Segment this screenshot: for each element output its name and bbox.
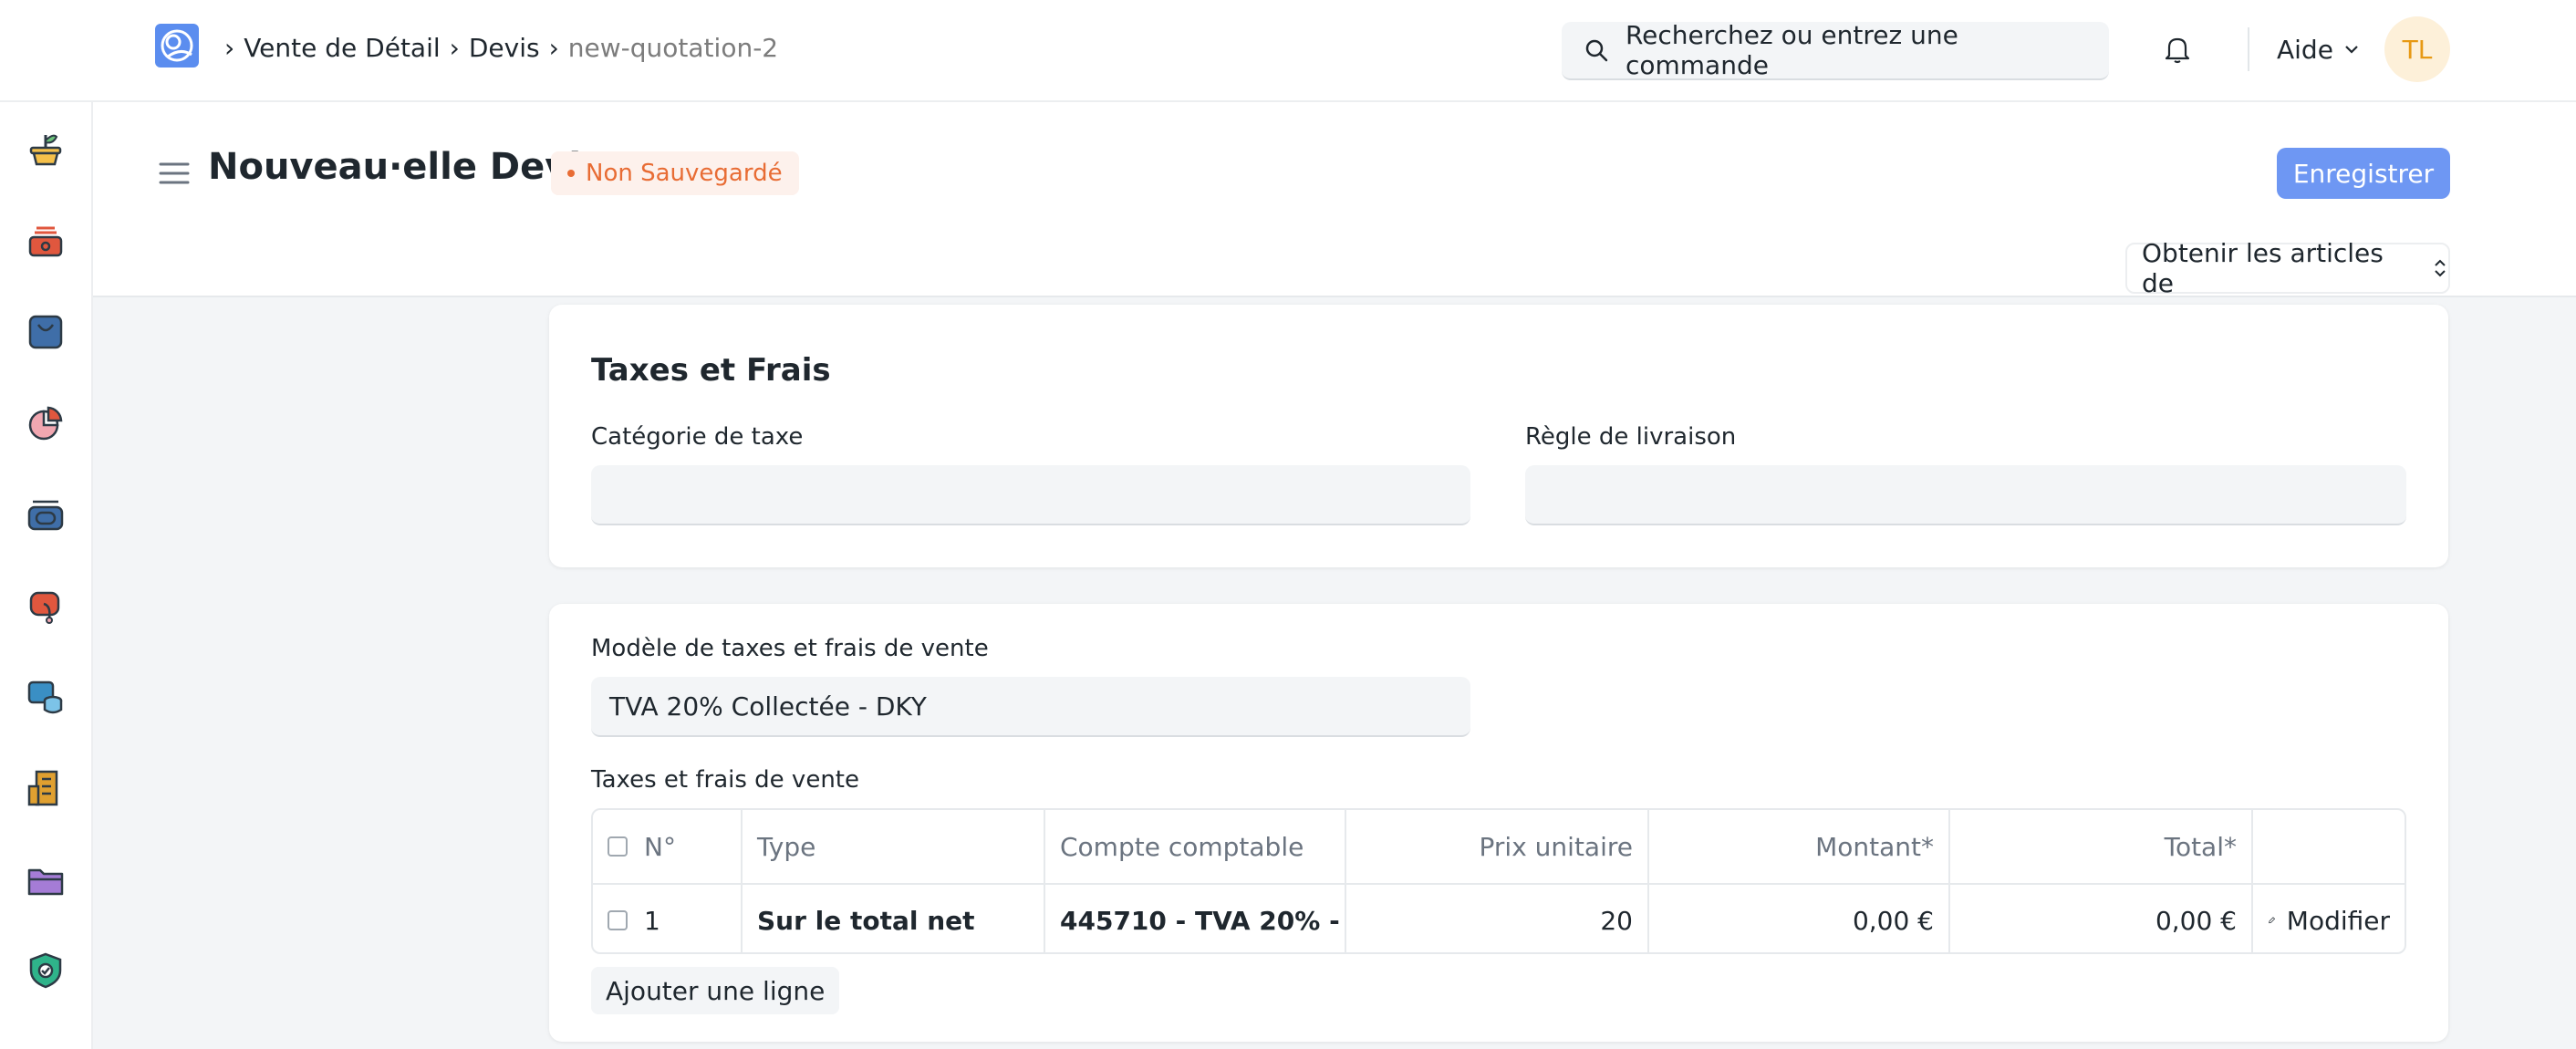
taxes-table-label: Taxes et frais de vente: [591, 766, 859, 794]
app-logo-icon[interactable]: [155, 24, 199, 68]
search-placeholder: Recherchez ou entrez une commande: [1625, 20, 1958, 80]
page-title: Nouveau·elle Devis: [208, 146, 603, 188]
breadcrumb-retail[interactable]: Vente de Détail: [244, 33, 440, 63]
breadcrumb-current: new-quotation-2: [567, 32, 779, 63]
header-no-label: N°: [644, 831, 676, 862]
tax-category-label: Catégorie de taxe: [591, 423, 804, 451]
add-row-button[interactable]: Ajouter une ligne: [591, 967, 840, 1014]
chevron-right-icon: ›: [548, 32, 559, 63]
header-actions: [2253, 810, 2405, 883]
section-title: Taxes et Frais: [591, 352, 831, 389]
get-items-label: Obtenir les articles de: [2142, 238, 2384, 298]
breadcrumb-quotations[interactable]: Devis: [469, 33, 540, 63]
top-navbar: › Vente de Détail › Devis › new-quotatio…: [0, 0, 2576, 102]
chevron-down-icon: [2345, 46, 2358, 54]
icon-sidebar: [0, 102, 93, 1049]
row-type[interactable]: Sur le total net: [743, 885, 1045, 952]
status-label: Non Sauvegardé: [586, 160, 783, 187]
pencil-icon: [2269, 917, 2275, 924]
help-label: Aide: [2277, 34, 2333, 65]
search-input[interactable]: Recherchez ou entrez une commande: [1562, 20, 2109, 80]
get-items-dropdown[interactable]: Obtenir les articles de: [2125, 238, 2450, 298]
breadcrumb: › Vente de Détail › Devis › new-quotatio…: [219, 29, 778, 66]
tax-category-input[interactable]: [591, 465, 1470, 525]
tax-template-card: Modèle de taxes et frais de vente TVA 20…: [549, 604, 2448, 1042]
select-all-checkbox[interactable]: [608, 836, 628, 857]
edit-label: Modifier: [2286, 905, 2390, 936]
header-account: Compte comptable: [1045, 810, 1346, 883]
chevron-updown-icon: [2435, 259, 2446, 277]
building-icon[interactable]: [26, 768, 66, 808]
navbar-divider: [2248, 27, 2249, 71]
edit-row-button[interactable]: Modifier: [2253, 885, 2405, 952]
hamburger-menu-icon[interactable]: [159, 161, 190, 190]
header-no: N°: [593, 810, 743, 883]
header-rate: Prix unitaire: [1346, 810, 1649, 883]
header-total: Total*: [1950, 810, 2253, 883]
search-icon: [1585, 39, 1608, 62]
support-icon[interactable]: [26, 586, 66, 626]
shipping-rule-input[interactable]: [1525, 465, 2406, 525]
chevron-right-icon: ›: [224, 32, 235, 63]
bell-icon[interactable]: [2164, 35, 2191, 68]
taxes-section-card: Taxes et Frais Catégorie de taxe Règle d…: [549, 305, 2448, 567]
row-no: 1: [593, 885, 743, 952]
page-header: Nouveau·elle Devis Non Sauvegardé Enregi…: [93, 102, 2576, 298]
status-dot: [567, 170, 575, 177]
plant-pot-icon[interactable]: [26, 130, 66, 170]
row-total[interactable]: 0,00 €: [1950, 885, 2253, 952]
cash-box-icon[interactable]: [26, 221, 66, 261]
row-checkbox[interactable]: [608, 910, 628, 930]
save-button[interactable]: Enregistrer: [2277, 148, 2450, 199]
avatar[interactable]: TL: [2384, 16, 2450, 82]
folder-icon[interactable]: [26, 859, 66, 899]
shipping-rule-label: Règle de livraison: [1525, 423, 1737, 451]
help-dropdown[interactable]: Aide: [2277, 31, 2361, 68]
taxes-table: N° Type Compte comptable Prix unitaire M…: [591, 808, 2406, 954]
status-badge: Non Sauvegardé: [551, 151, 799, 195]
table-header-row: N° Type Compte comptable Prix unitaire M…: [593, 810, 2405, 883]
tax-template-input[interactable]: TVA 20% Collectée - DKY: [591, 677, 1470, 737]
shopping-bag-icon[interactable]: [26, 312, 66, 352]
table-row[interactable]: 1 Sur le total net 445710 - TVA 20% - … …: [593, 883, 2405, 952]
pie-chart-icon[interactable]: [26, 403, 66, 443]
row-rate[interactable]: 20: [1346, 885, 1649, 952]
row-account[interactable]: 445710 - TVA 20% - …: [1045, 885, 1346, 952]
header-type: Type: [743, 810, 1045, 883]
chevron-right-icon: ›: [449, 32, 460, 63]
shield-check-icon[interactable]: [26, 950, 66, 991]
tax-template-label: Modèle de taxes et frais de vente: [591, 635, 989, 662]
database-icon[interactable]: [26, 677, 66, 717]
header-amount: Montant*: [1649, 810, 1950, 883]
desk-tray-icon[interactable]: [26, 494, 66, 535]
row-no-value: 1: [644, 905, 660, 936]
row-amount[interactable]: 0,00 €: [1649, 885, 1950, 952]
